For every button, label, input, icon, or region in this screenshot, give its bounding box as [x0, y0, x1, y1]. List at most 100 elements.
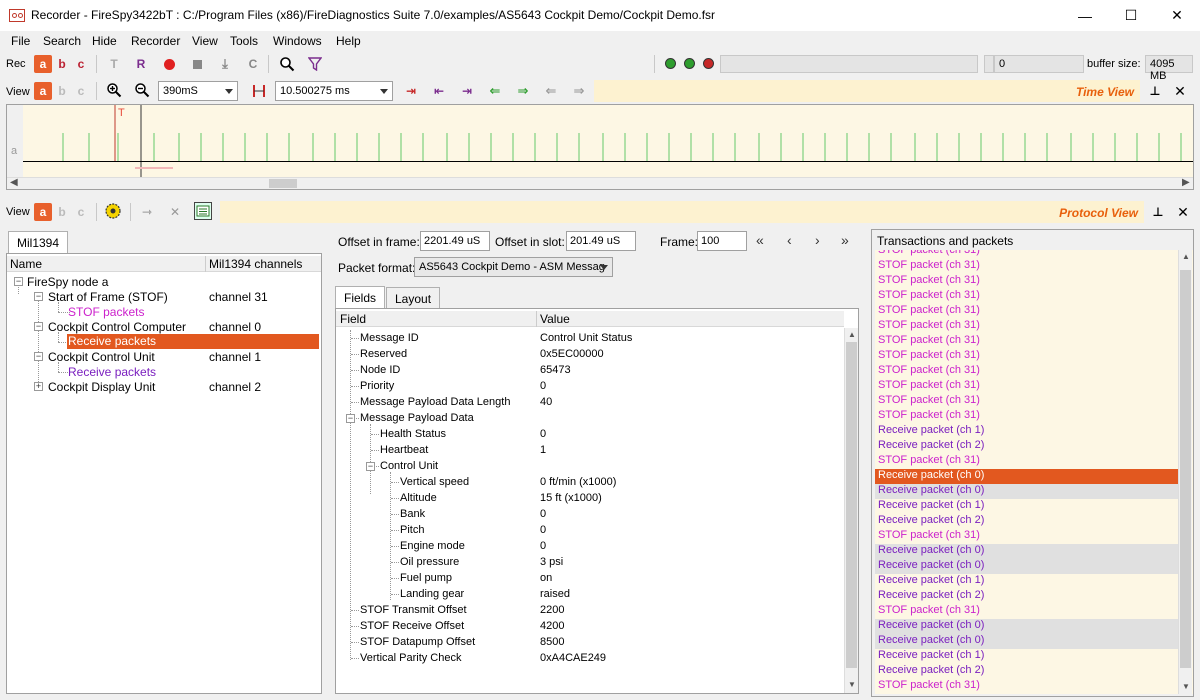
- minimize-button[interactable]: —: [1062, 0, 1108, 31]
- column-name-header[interactable]: Name: [10, 257, 42, 271]
- field-row[interactable]: STOF Receive Offset 4200: [336, 618, 846, 634]
- field-row[interactable]: Vertical speed 0 ft/min (x1000): [336, 474, 846, 490]
- download-button[interactable]: ⤓: [216, 55, 234, 73]
- next-marker-button[interactable]: ⇒: [570, 82, 588, 100]
- collapse-toggle-icon[interactable]: −: [346, 414, 355, 423]
- maximize-button[interactable]: ☐: [1108, 0, 1154, 31]
- transaction-row[interactable]: STOF packet (ch 31): [875, 250, 1178, 259]
- field-row[interactable]: Heartbeat 1: [336, 442, 846, 458]
- close-protocol-view-button[interactable]: ✕: [1174, 203, 1192, 221]
- tree-node-control-computer[interactable]: Cockpit Control Computer: [48, 320, 186, 334]
- field-row[interactable]: Priority 0: [336, 378, 846, 394]
- filter-button[interactable]: [306, 55, 324, 73]
- tree-node-stof-packets[interactable]: STOF packets: [68, 305, 144, 319]
- field-row[interactable]: Bank 0: [336, 506, 846, 522]
- tree-node-stof[interactable]: Start of Frame (STOF): [48, 290, 168, 304]
- display-button[interactable]: [194, 202, 212, 220]
- transaction-row[interactable]: Receive packet (ch 2): [875, 589, 1178, 604]
- column-value-header[interactable]: Value: [540, 312, 570, 326]
- time-marker-button[interactable]: [250, 82, 268, 100]
- time-select[interactable]: 10.500275 ms: [275, 81, 393, 101]
- horizontal-scrollbar[interactable]: ◀ ▶: [7, 177, 1193, 189]
- zoom-out-button[interactable]: [133, 81, 151, 99]
- transactions-vertical-scrollbar[interactable]: ▲ ▼: [1178, 250, 1192, 694]
- scroll-left-icon[interactable]: ◀: [10, 177, 18, 188]
- field-row[interactable]: STOF Transmit Offset 2200: [336, 602, 846, 618]
- find-button[interactable]: [278, 55, 296, 73]
- field-row[interactable]: Node ID 65473: [336, 362, 846, 378]
- field-row[interactable]: Message Payload Data Length 40: [336, 394, 846, 410]
- scroll-right-icon[interactable]: ▶: [1182, 177, 1190, 188]
- clear-button[interactable]: C: [244, 55, 262, 73]
- transaction-row[interactable]: Receive packet (ch 2): [875, 514, 1178, 529]
- trigger-t-button[interactable]: T: [105, 55, 123, 73]
- field-row[interactable]: Fuel pump on: [336, 570, 846, 586]
- field-row[interactable]: Reserved 0x5EC00000: [336, 346, 846, 362]
- transaction-row[interactable]: STOF packet (ch 31): [875, 349, 1178, 364]
- tab-fields[interactable]: Fields: [335, 286, 386, 309]
- expand-toggle-icon[interactable]: +: [34, 382, 43, 391]
- transaction-row[interactable]: Receive packet (ch 2): [875, 664, 1178, 679]
- column-channels-header[interactable]: Mil1394 channels: [209, 257, 302, 271]
- collapse-toggle-icon[interactable]: −: [34, 292, 43, 301]
- scroll-up-icon[interactable]: ▲: [848, 330, 856, 339]
- transaction-row[interactable]: STOF packet (ch 31): [875, 604, 1178, 619]
- menu-file[interactable]: File: [11, 34, 30, 48]
- transaction-row[interactable]: Receive packet (ch 0): [875, 634, 1178, 649]
- transaction-row[interactable]: Receive packet (ch 0): [875, 484, 1178, 499]
- first-frame-button[interactable]: «: [756, 232, 764, 248]
- transaction-row[interactable]: STOF packet (ch 31): [875, 379, 1178, 394]
- transaction-row[interactable]: STOF packet (ch 31): [875, 529, 1178, 544]
- tree-node-control-unit[interactable]: Cockpit Control Unit: [48, 350, 155, 364]
- field-row[interactable]: Health Status 0: [336, 426, 846, 442]
- pin-button[interactable]: ⊥: [1146, 82, 1164, 100]
- field-row[interactable]: STOF Datapump Offset 8500: [336, 634, 846, 650]
- transaction-row[interactable]: Receive packet (ch 1): [875, 574, 1178, 589]
- menu-tools[interactable]: Tools: [230, 34, 258, 48]
- transaction-row[interactable]: STOF packet (ch 31): [875, 289, 1178, 304]
- tree-node-receive-packets-selected[interactable]: Receive packets: [67, 334, 319, 349]
- packet-format-select[interactable]: AS5643 Cockpit Demo - ASM Messag: [414, 257, 613, 277]
- transaction-row[interactable]: Receive packet (ch 0): [875, 559, 1178, 574]
- field-row[interactable]: Landing gear raised: [336, 586, 846, 602]
- field-row[interactable]: Engine mode 0: [336, 538, 846, 554]
- transaction-row[interactable]: STOF packet (ch 31): [875, 394, 1178, 409]
- transaction-row[interactable]: STOF packet (ch 31): [875, 454, 1178, 469]
- scroll-up-icon[interactable]: ▲: [1182, 252, 1190, 261]
- transaction-row[interactable]: STOF packet (ch 31): [875, 334, 1178, 349]
- rec-channel-b-button[interactable]: b: [53, 55, 71, 73]
- trigger-r-button[interactable]: R: [132, 55, 150, 73]
- fields-vertical-scrollbar[interactable]: ▲ ▼: [844, 328, 858, 693]
- transaction-row[interactable]: Receive packet (ch 1): [875, 499, 1178, 514]
- field-row[interactable]: Altitude 15 ft (x1000): [336, 490, 846, 506]
- menu-windows[interactable]: Windows: [273, 34, 322, 48]
- goto-r-marker-button[interactable]: ⇤: [430, 82, 448, 100]
- close-time-view-button[interactable]: ✕: [1171, 82, 1189, 100]
- tab-layout[interactable]: Layout: [386, 287, 441, 309]
- last-frame-button[interactable]: »: [841, 232, 849, 248]
- frame-field[interactable]: 100: [697, 231, 747, 251]
- transaction-row[interactable]: STOF packet (ch 31): [875, 409, 1178, 424]
- field-row[interactable]: − Message Payload Data: [336, 410, 846, 426]
- rec-channel-a-button[interactable]: a: [34, 55, 52, 73]
- step-button[interactable]: ⇾: [138, 203, 156, 221]
- scrollbar-thumb[interactable]: [269, 179, 297, 188]
- close-button[interactable]: ✕: [1154, 0, 1200, 31]
- collapse-toggle-icon[interactable]: −: [34, 322, 43, 331]
- scrollbar-thumb[interactable]: [846, 342, 857, 668]
- goto-trigger-button[interactable]: ⇥: [402, 82, 420, 100]
- scrollbar-thumb[interactable]: [1180, 270, 1191, 668]
- view-channel-a-button[interactable]: a: [34, 82, 52, 100]
- tree-node-receive-packets[interactable]: Receive packets: [68, 365, 156, 379]
- proto-channel-b-button[interactable]: b: [53, 203, 71, 221]
- transaction-row-selected[interactable]: Receive packet (ch 0): [875, 469, 1178, 484]
- rec-channel-c-button[interactable]: c: [72, 55, 90, 73]
- prev-frame-button[interactable]: ‹: [787, 232, 792, 248]
- proto-channel-a-button[interactable]: a: [34, 203, 52, 221]
- menu-recorder[interactable]: Recorder: [131, 34, 180, 48]
- tab-mil1394[interactable]: Mil1394: [8, 231, 69, 254]
- scroll-down-icon[interactable]: ▼: [1182, 682, 1190, 691]
- proto-channel-c-button[interactable]: c: [72, 203, 90, 221]
- menu-search[interactable]: Search: [43, 34, 81, 48]
- transaction-row[interactable]: STOF packet (ch 31): [875, 274, 1178, 289]
